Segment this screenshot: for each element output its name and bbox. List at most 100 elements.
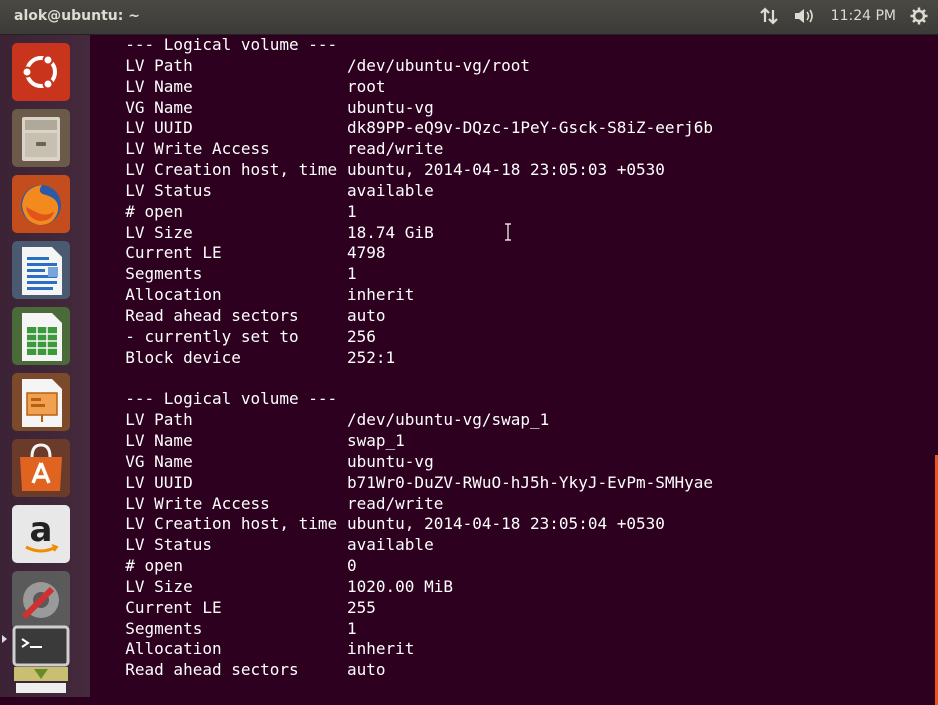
field-label: LV Size xyxy=(106,222,193,242)
amazon-button[interactable]: a xyxy=(12,505,70,563)
wrench-settings-icon xyxy=(12,571,70,629)
terminal-line: LV Size 1020.00 MiB xyxy=(106,577,713,598)
terminal-line: # open 0 xyxy=(106,556,713,577)
field-label: Allocation xyxy=(106,639,222,659)
field-value: 255 xyxy=(347,597,376,617)
writer-document-icon xyxy=(12,241,70,299)
software-center-button[interactable] xyxy=(12,439,70,497)
firefox-button[interactable] xyxy=(12,175,70,233)
libreoffice-impress-button[interactable] xyxy=(12,373,70,431)
field-value: 256 xyxy=(347,326,376,346)
libreoffice-writer-button[interactable] xyxy=(12,241,70,299)
terminal-button[interactable] xyxy=(12,625,70,695)
terminal-line: Allocation inherit xyxy=(106,639,713,660)
field-label: LV Status xyxy=(106,180,212,200)
field-value: 1 xyxy=(347,201,357,221)
terminal-line: VG Name ubuntu-vg xyxy=(106,98,713,119)
terminal-line: Segments 1 xyxy=(106,619,713,640)
field-value: inherit xyxy=(347,639,415,659)
field-label: LV Write Access xyxy=(106,139,270,159)
impress-presentation-icon xyxy=(12,373,70,431)
terminal-line: Current LE 4798 xyxy=(106,243,713,264)
field-label: LV Creation host, time xyxy=(106,514,338,534)
field-value: swap_1 xyxy=(347,431,405,451)
network-arrows-icon[interactable] xyxy=(759,7,779,25)
field-label: --- Logical volume --- xyxy=(106,35,338,54)
field-value: 252:1 xyxy=(347,347,396,367)
terminal-line: LV Status available xyxy=(106,535,713,556)
field-label: # open xyxy=(106,556,184,576)
terminal-line: LV Write Access read/write xyxy=(106,139,713,160)
field-label: LV Path xyxy=(106,410,193,430)
ubuntu-dash-button[interactable] xyxy=(12,43,70,101)
field-value: ubuntu, 2014-04-18 23:05:03 +0530 xyxy=(347,160,665,180)
field-label: Read ahead sectors xyxy=(106,660,299,680)
field-label: Allocation xyxy=(106,285,222,305)
terminal-line: LV Creation host, time ubuntu, 2014-04-18… xyxy=(106,514,713,535)
terminal-line: LV Name root xyxy=(106,77,713,98)
terminal-line: LV Status available xyxy=(106,181,713,202)
calc-spreadsheet-icon xyxy=(12,307,70,365)
volume-icon[interactable] xyxy=(793,7,817,25)
terminal-window[interactable]: --- Logical volume --- LV Path/dev/ubunt… xyxy=(90,35,938,705)
amazon-icon: a xyxy=(12,505,70,563)
terminal-line: LV Size 18.74 GiB xyxy=(106,223,713,244)
field-label: --- Logical volume --- xyxy=(106,389,338,409)
libreoffice-calc-button[interactable] xyxy=(12,307,70,365)
field-label: VG Name xyxy=(106,97,193,117)
svg-text:a: a xyxy=(30,510,53,550)
running-indicator xyxy=(2,635,7,643)
terminal-line: Read ahead sectors auto xyxy=(106,660,713,681)
field-value: inherit xyxy=(347,285,415,305)
field-label: LV Size xyxy=(106,576,193,596)
field-value: /dev/ubuntu-vg/root xyxy=(347,55,531,75)
terminal-line: LV Path/dev/ubuntu-vg/root xyxy=(106,56,713,77)
ibeam-cursor-icon xyxy=(505,223,511,241)
clock[interactable]: 11:24 PM xyxy=(831,8,896,24)
field-value: dk89PP-eQ9v-DQzc-1PeY-Gsck-S8iZ-eerj6b xyxy=(347,118,714,138)
field-value: auto xyxy=(347,305,386,325)
field-value: read/write xyxy=(347,139,444,159)
system-settings-button[interactable] xyxy=(12,571,70,629)
field-value: 18.74 GiB xyxy=(347,222,434,242)
shopping-bag-icon xyxy=(12,439,70,497)
field-label: # open xyxy=(106,201,184,221)
field-label: LV Path xyxy=(106,55,193,75)
field-value: 0 xyxy=(347,556,357,576)
launcher: a xyxy=(0,35,90,697)
ubuntu-logo-icon xyxy=(12,43,70,101)
field-value: 4798 xyxy=(347,243,386,263)
field-value: ubuntu, 2014-04-18 23:05:04 +0530 xyxy=(347,514,665,534)
field-label: Current LE xyxy=(106,243,222,263)
files-button[interactable] xyxy=(12,109,70,167)
field-label: LV Name xyxy=(106,431,193,451)
field-label: LV UUID xyxy=(106,472,193,492)
field-label: LV Status xyxy=(106,535,212,555)
field-value: available xyxy=(347,180,434,200)
terminal-line: Read ahead sectors auto xyxy=(106,306,713,327)
terminal-line: LV UUID b71Wr0-DuZV-RWuO-hJ5h-YkyJ-EvPm-S… xyxy=(106,473,713,494)
window-title: alok@ubuntu: ~ xyxy=(14,8,140,24)
field-label: Segments xyxy=(106,618,203,638)
terminal-line: LV Creation host, time ubuntu, 2014-04-18… xyxy=(106,160,713,181)
terminal-line: LV Path/dev/ubuntu-vg/swap_1 xyxy=(106,410,713,431)
field-label: Read ahead sectors xyxy=(106,305,299,325)
terminal-line: VG Name ubuntu-vg xyxy=(106,452,713,473)
field-label: Current LE xyxy=(106,597,222,617)
field-value: ubuntu-vg xyxy=(347,97,434,117)
terminal-line: LV Name swap_1 xyxy=(106,431,713,452)
field-value: root xyxy=(347,76,386,96)
terminal-output: --- Logical volume --- LV Path/dev/ubunt… xyxy=(106,35,713,681)
file-cabinet-icon xyxy=(12,109,70,167)
field-label: LV Write Access xyxy=(106,493,270,513)
terminal-line: # open 1 xyxy=(106,202,713,223)
gear-icon[interactable] xyxy=(910,7,928,25)
field-value: b71Wr0-DuZV-RWuO-hJ5h-YkyJ-EvPm-SMHyae xyxy=(347,472,714,492)
terminal-line: Current LE 255 xyxy=(106,598,713,619)
indicator-area: 11:24 PM xyxy=(759,7,928,25)
field-value: auto xyxy=(347,660,386,680)
field-label: VG Name xyxy=(106,451,193,471)
terminal-line: LV UUID dk89PP-eQ9v-DQzc-1PeY-Gsck-S8iZ-e… xyxy=(106,118,713,139)
firefox-icon xyxy=(12,175,70,233)
